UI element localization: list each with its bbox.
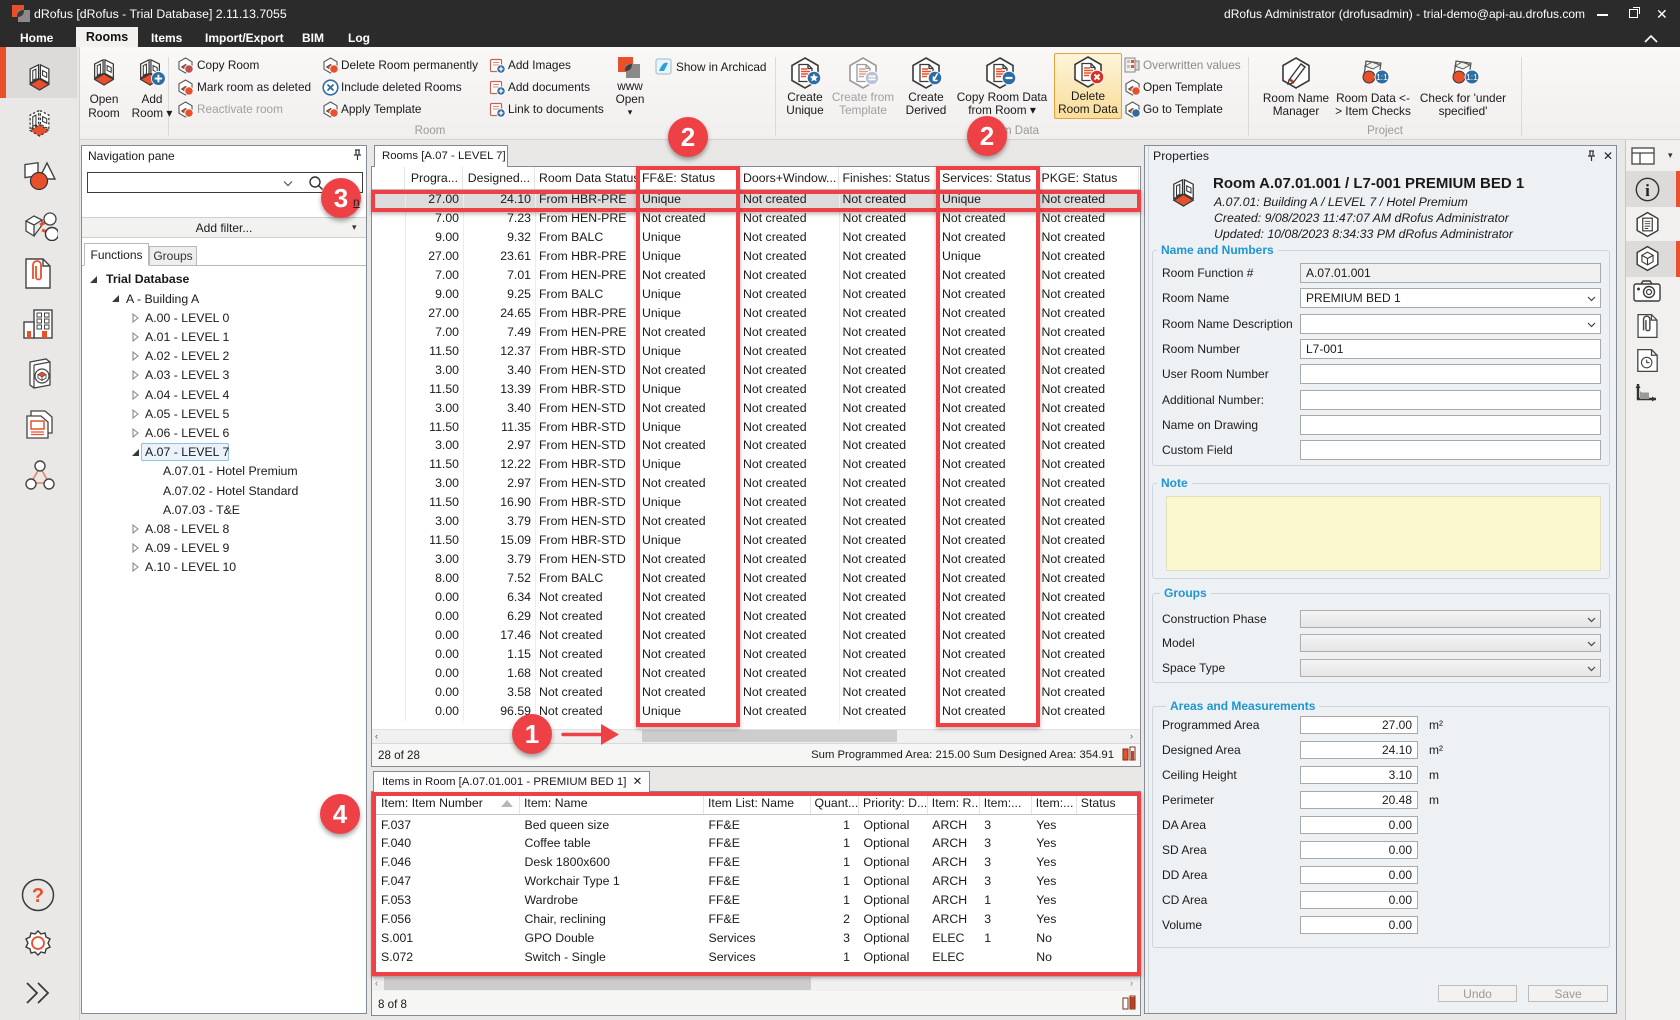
- svg-text:?: ?: [32, 885, 44, 907]
- svg-text:1:1: 1:1: [1376, 72, 1388, 82]
- svg-text:1:1: 1:1: [1466, 72, 1478, 82]
- svg-text:i: i: [1645, 181, 1650, 200]
